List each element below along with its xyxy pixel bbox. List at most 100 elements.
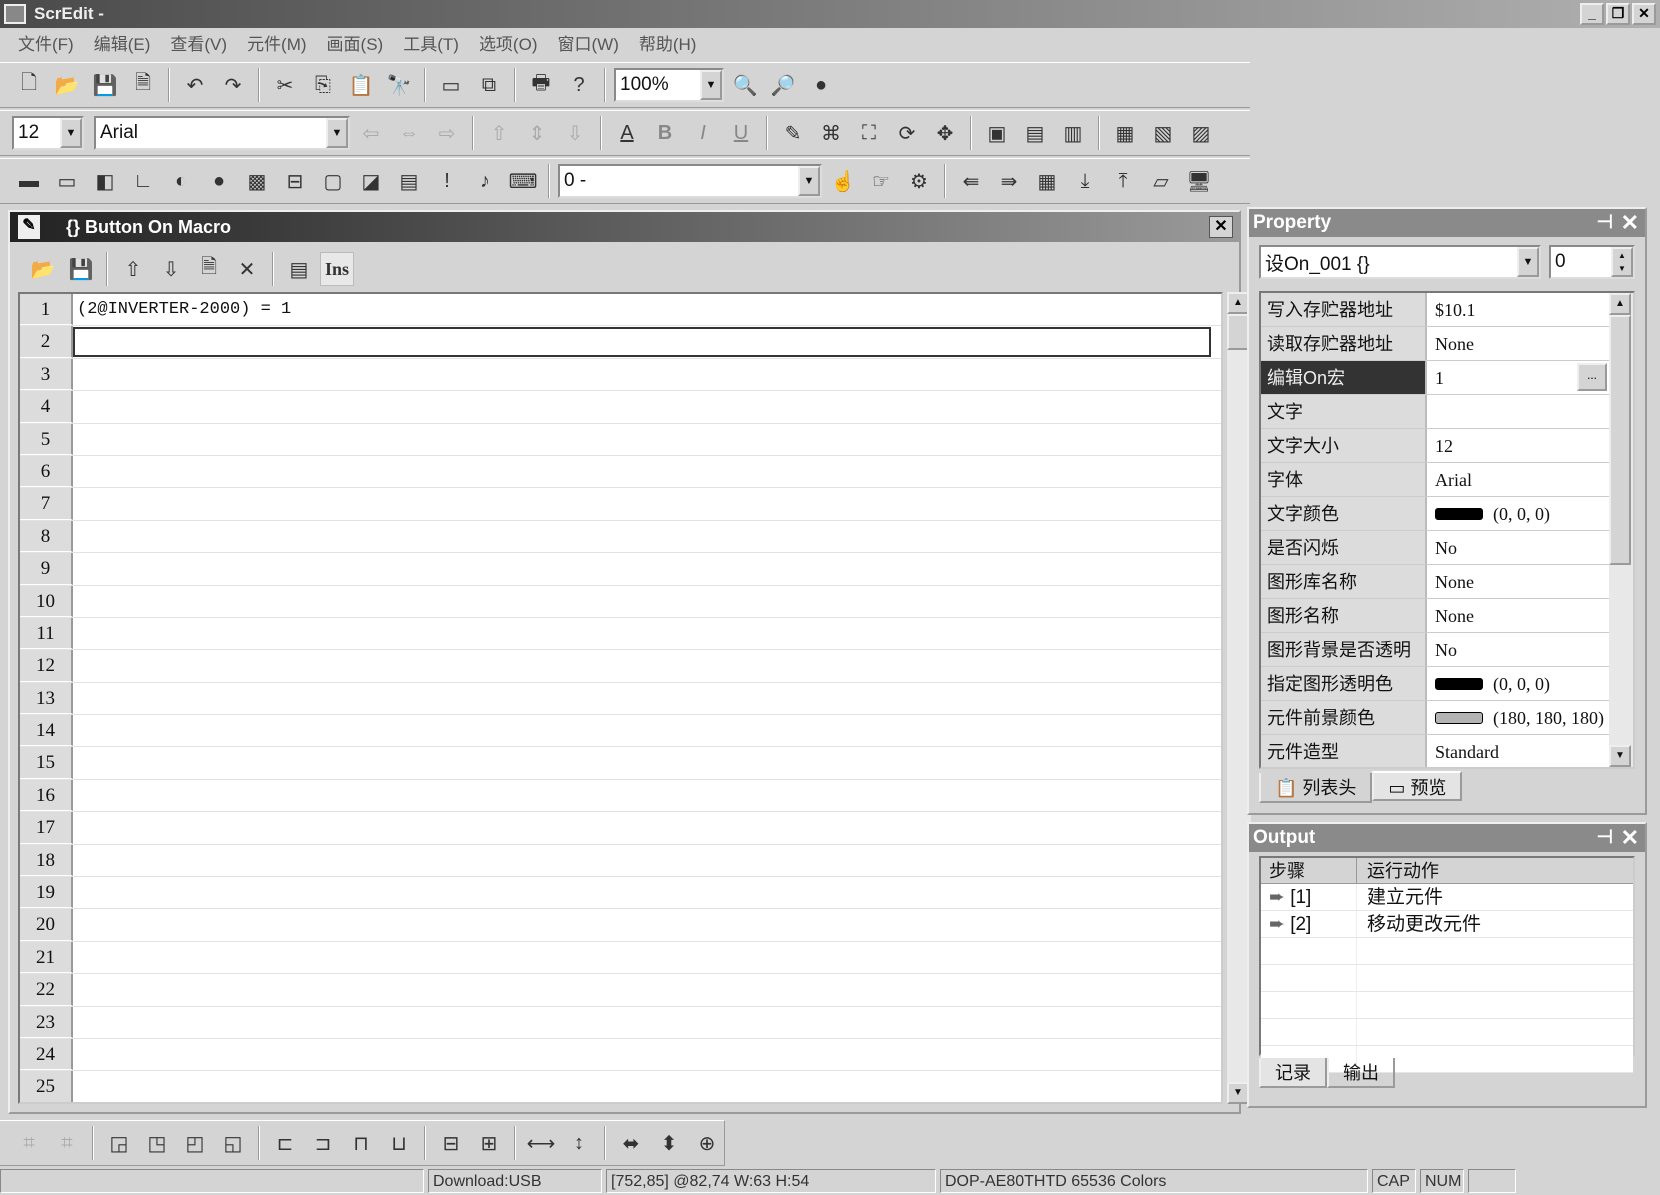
code-line[interactable]: 16: [20, 779, 1221, 813]
menu-screen[interactable]: 画面(S): [317, 30, 394, 59]
help-icon[interactable]: ?: [562, 68, 596, 102]
align-right-icon[interactable]: ⇨: [430, 116, 464, 150]
layout-5-icon[interactable]: ▧: [1146, 116, 1180, 150]
pen-icon[interactable]: ✎: [776, 116, 810, 150]
code-line[interactable]: 19: [20, 877, 1221, 910]
code-line[interactable]: 10: [20, 585, 1221, 618]
property-value[interactable]: 12: [1435, 429, 1453, 463]
sound-element-icon[interactable]: ♪: [468, 164, 502, 198]
code-text[interactable]: [73, 747, 1221, 778]
property-row[interactable]: 是否闪烁 No: [1261, 531, 1609, 565]
pointer-1-icon[interactable]: ☝: [826, 164, 860, 198]
pin-icon[interactable]: ⊣: [1596, 824, 1613, 852]
open-icon[interactable]: 📂: [50, 68, 84, 102]
meter-element-icon[interactable]: ▭: [50, 164, 84, 198]
property-value[interactable]: $10.1: [1435, 293, 1476, 327]
output-row[interactable]: [1261, 965, 1633, 992]
tab-preview[interactable]: ▭ 预览: [1372, 771, 1463, 801]
bar-element-icon[interactable]: ◧: [88, 164, 122, 198]
menu-edit[interactable]: 编辑(E): [84, 30, 161, 59]
property-row[interactable]: 图形名称 None: [1261, 599, 1609, 633]
scroll-up-icon[interactable]: ▲: [1609, 293, 1631, 315]
property-row[interactable]: 图形背景是否透明 No: [1261, 633, 1609, 667]
code-line[interactable]: 22: [20, 974, 1221, 1007]
property-value[interactable]: Standard: [1435, 735, 1499, 768]
bring-front-icon[interactable]: ◲: [102, 1126, 136, 1160]
close-button[interactable]: ✕: [1632, 3, 1656, 25]
property-row[interactable]: 文字大小 12: [1261, 429, 1609, 463]
save-as-icon[interactable]: 🗎: [126, 68, 160, 102]
code-text[interactable]: [73, 456, 1221, 487]
same-height-icon[interactable]: ⬍: [652, 1126, 686, 1160]
ellipsis-button[interactable]: ...: [1577, 363, 1607, 391]
zoom-out-icon[interactable]: 🔎: [766, 68, 800, 102]
property-value[interactable]: No: [1435, 531, 1457, 565]
layout-2-icon[interactable]: ▤: [1018, 116, 1052, 150]
pie-element-icon[interactable]: ◐: [164, 164, 198, 198]
menu-file[interactable]: 文件(F): [8, 30, 84, 59]
properties-icon[interactable]: ⚙: [902, 164, 936, 198]
code-line[interactable]: 23: [20, 1006, 1221, 1039]
property-row[interactable]: 指定图形透明色 (0, 0, 0): [1261, 667, 1609, 701]
compile-icon[interactable]: ▦: [1030, 164, 1064, 198]
output-row[interactable]: [1261, 1019, 1633, 1046]
pattern-element-icon[interactable]: ▩: [240, 164, 274, 198]
code-text[interactable]: [73, 650, 1221, 681]
next-screen-icon[interactable]: ⇛: [992, 164, 1026, 198]
italic-icon[interactable]: I: [686, 116, 720, 150]
output-row[interactable]: ➨ [1] 建立元件: [1261, 884, 1633, 911]
code-text[interactable]: [73, 780, 1221, 811]
menu-element[interactable]: 元件(M): [237, 30, 316, 59]
code-line[interactable]: 11: [20, 617, 1221, 651]
command-list-icon[interactable]: ▤: [282, 252, 316, 286]
send-back-icon[interactable]: ◱: [216, 1126, 250, 1160]
zoom-in-icon[interactable]: 🔍: [728, 68, 762, 102]
property-value[interactable]: Arial: [1435, 463, 1472, 497]
code-line[interactable]: 17: [20, 812, 1221, 845]
tab-list-header[interactable]: 📋 列表头: [1259, 773, 1373, 803]
code-text[interactable]: [73, 974, 1221, 1005]
layout-4-icon[interactable]: ▦: [1108, 116, 1142, 150]
code-text[interactable]: [73, 521, 1221, 552]
index-spinner[interactable]: 0 ▲ ▼: [1549, 245, 1635, 279]
code-line[interactable]: 15: [20, 747, 1221, 780]
bold-icon[interactable]: B: [648, 116, 682, 150]
align-middle-icon[interactable]: ⇕: [520, 116, 554, 150]
upload-icon[interactable]: ⤒: [1106, 164, 1140, 198]
zoom-select[interactable]: 100% ▼: [614, 68, 724, 102]
code-line[interactable]: 2: [20, 326, 1221, 359]
code-text[interactable]: [73, 683, 1221, 714]
code-text[interactable]: [73, 909, 1221, 940]
text-color-icon[interactable]: A: [610, 116, 644, 150]
property-value[interactable]: None: [1435, 565, 1474, 599]
layout-6-icon[interactable]: ▨: [1184, 116, 1218, 150]
code-text[interactable]: [73, 618, 1221, 649]
property-row[interactable]: 写入存贮器地址 $10.1: [1261, 293, 1609, 327]
open-screen-icon[interactable]: ⧉: [472, 68, 506, 102]
warning-element-icon[interactable]: !: [430, 164, 464, 198]
align-top-objects-icon[interactable]: ⊓: [344, 1126, 378, 1160]
tab-output[interactable]: 输出: [1327, 1058, 1395, 1088]
line-element-icon[interactable]: ∟: [126, 164, 160, 198]
code-line[interactable]: 12: [20, 650, 1221, 683]
code-text[interactable]: [73, 812, 1221, 843]
layout-3-icon[interactable]: ▥: [1056, 116, 1090, 150]
button-element-icon[interactable]: ▬: [12, 164, 46, 198]
menu-options[interactable]: 选项(O): [469, 30, 548, 59]
input-element-icon[interactable]: ⊟: [278, 164, 312, 198]
menu-view[interactable]: 查看(V): [160, 30, 237, 59]
code-line[interactable]: 7: [20, 488, 1221, 521]
code-line[interactable]: 9: [20, 553, 1221, 586]
center-vertical-icon[interactable]: ⊟: [434, 1126, 468, 1160]
scroll-thumb[interactable]: [1609, 315, 1631, 565]
move-up-icon[interactable]: ⇧: [116, 252, 150, 286]
code-text[interactable]: [73, 1071, 1221, 1102]
restore-button[interactable]: ❐: [1606, 3, 1630, 25]
property-row[interactable]: 文字颜色 (0, 0, 0): [1261, 497, 1609, 531]
code-line[interactable]: 21: [20, 941, 1221, 975]
space-vertical-icon[interactable]: ↕: [562, 1126, 596, 1160]
property-value[interactable]: (0, 0, 0): [1493, 497, 1550, 531]
new-icon[interactable]: 🗋: [12, 68, 46, 102]
delete-icon[interactable]: ✕: [230, 252, 264, 286]
align-left-objects-icon[interactable]: ⊏: [268, 1126, 302, 1160]
